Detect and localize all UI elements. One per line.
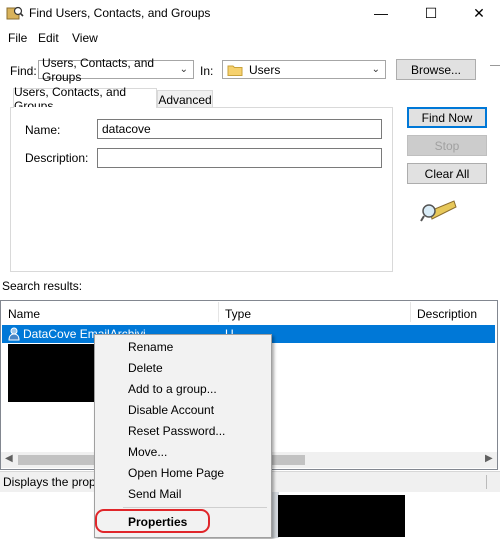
menu-view[interactable]: View <box>72 31 98 45</box>
search-results-label: Search results: <box>2 279 83 293</box>
scroll-right-arrow[interactable]: ▶ <box>485 453 493 464</box>
close-button[interactable]: ✕ <box>462 0 496 26</box>
tab-users-contacts-groups[interactable]: Users, Contacts, and Groups <box>13 85 157 113</box>
folder-icon <box>227 65 243 76</box>
status-text: Displays the prope <box>3 475 103 489</box>
in-location-select[interactable]: Users ⌄ <box>222 60 386 79</box>
search-flashlight-icon <box>420 200 457 222</box>
name-field[interactable]: datacove <box>97 119 382 139</box>
clear-all-button[interactable]: Clear All <box>407 163 487 184</box>
edge-mark <box>490 65 500 66</box>
column-separator[interactable] <box>410 302 411 322</box>
column-header-type[interactable]: Type <box>225 307 251 321</box>
column-separator[interactable] <box>218 302 219 322</box>
menu-item-disable-account[interactable]: Disable Account <box>128 403 214 417</box>
window-title: Find Users, Contacts, and Groups <box>29 6 211 20</box>
menu-item-open-home-page[interactable]: Open Home Page <box>128 466 224 480</box>
user-icon <box>8 327 20 341</box>
status-grip <box>486 475 499 489</box>
highlight-circle <box>95 509 210 533</box>
tab-advanced[interactable]: Advanced <box>157 90 213 108</box>
column-header-description[interactable]: Description <box>417 307 477 321</box>
find-users-app-icon <box>6 6 24 20</box>
redacted-area <box>278 495 405 537</box>
find-label: Find: <box>10 64 37 78</box>
menu-file[interactable]: File <box>8 31 27 45</box>
description-label: Description: <box>25 151 89 165</box>
menu-item-move[interactable]: Move... <box>128 445 167 459</box>
in-location-value: Users <box>249 62 281 77</box>
stop-button[interactable]: Stop <box>407 135 487 156</box>
menu-item-reset-password[interactable]: Reset Password... <box>128 424 225 438</box>
menu-item-add-to-group[interactable]: Add to a group... <box>128 382 217 396</box>
context-menu: Rename Delete Add to a group... Disable … <box>94 334 272 538</box>
active-tab-joiner <box>14 107 156 108</box>
find-type-value: Users, Contacts, and Groups <box>42 55 155 84</box>
column-header-name[interactable]: Name <box>8 307 40 321</box>
menu-edit[interactable]: Edit <box>38 31 59 45</box>
in-label: In: <box>200 64 214 78</box>
chevron-down-icon: ⌄ <box>179 64 188 75</box>
find-now-button[interactable]: Find Now <box>407 107 487 128</box>
minimize-button[interactable]: — <box>364 0 398 26</box>
menu-item-rename[interactable]: Rename <box>128 340 173 354</box>
maximize-button[interactable]: ☐ <box>414 0 448 26</box>
name-label: Name: <box>25 123 61 137</box>
menu-separator <box>123 507 267 508</box>
find-type-select[interactable]: Users, Contacts, and Groups ⌄ <box>38 56 194 84</box>
scroll-left-arrow[interactable]: ◀ <box>5 453 13 464</box>
chevron-down-icon: ⌄ <box>371 64 380 75</box>
menu-item-send-mail[interactable]: Send Mail <box>128 487 181 501</box>
browse-button[interactable]: Browse... <box>396 59 476 80</box>
description-field[interactable] <box>97 148 382 168</box>
redacted-area <box>8 344 96 402</box>
menu-item-delete[interactable]: Delete <box>128 361 163 375</box>
